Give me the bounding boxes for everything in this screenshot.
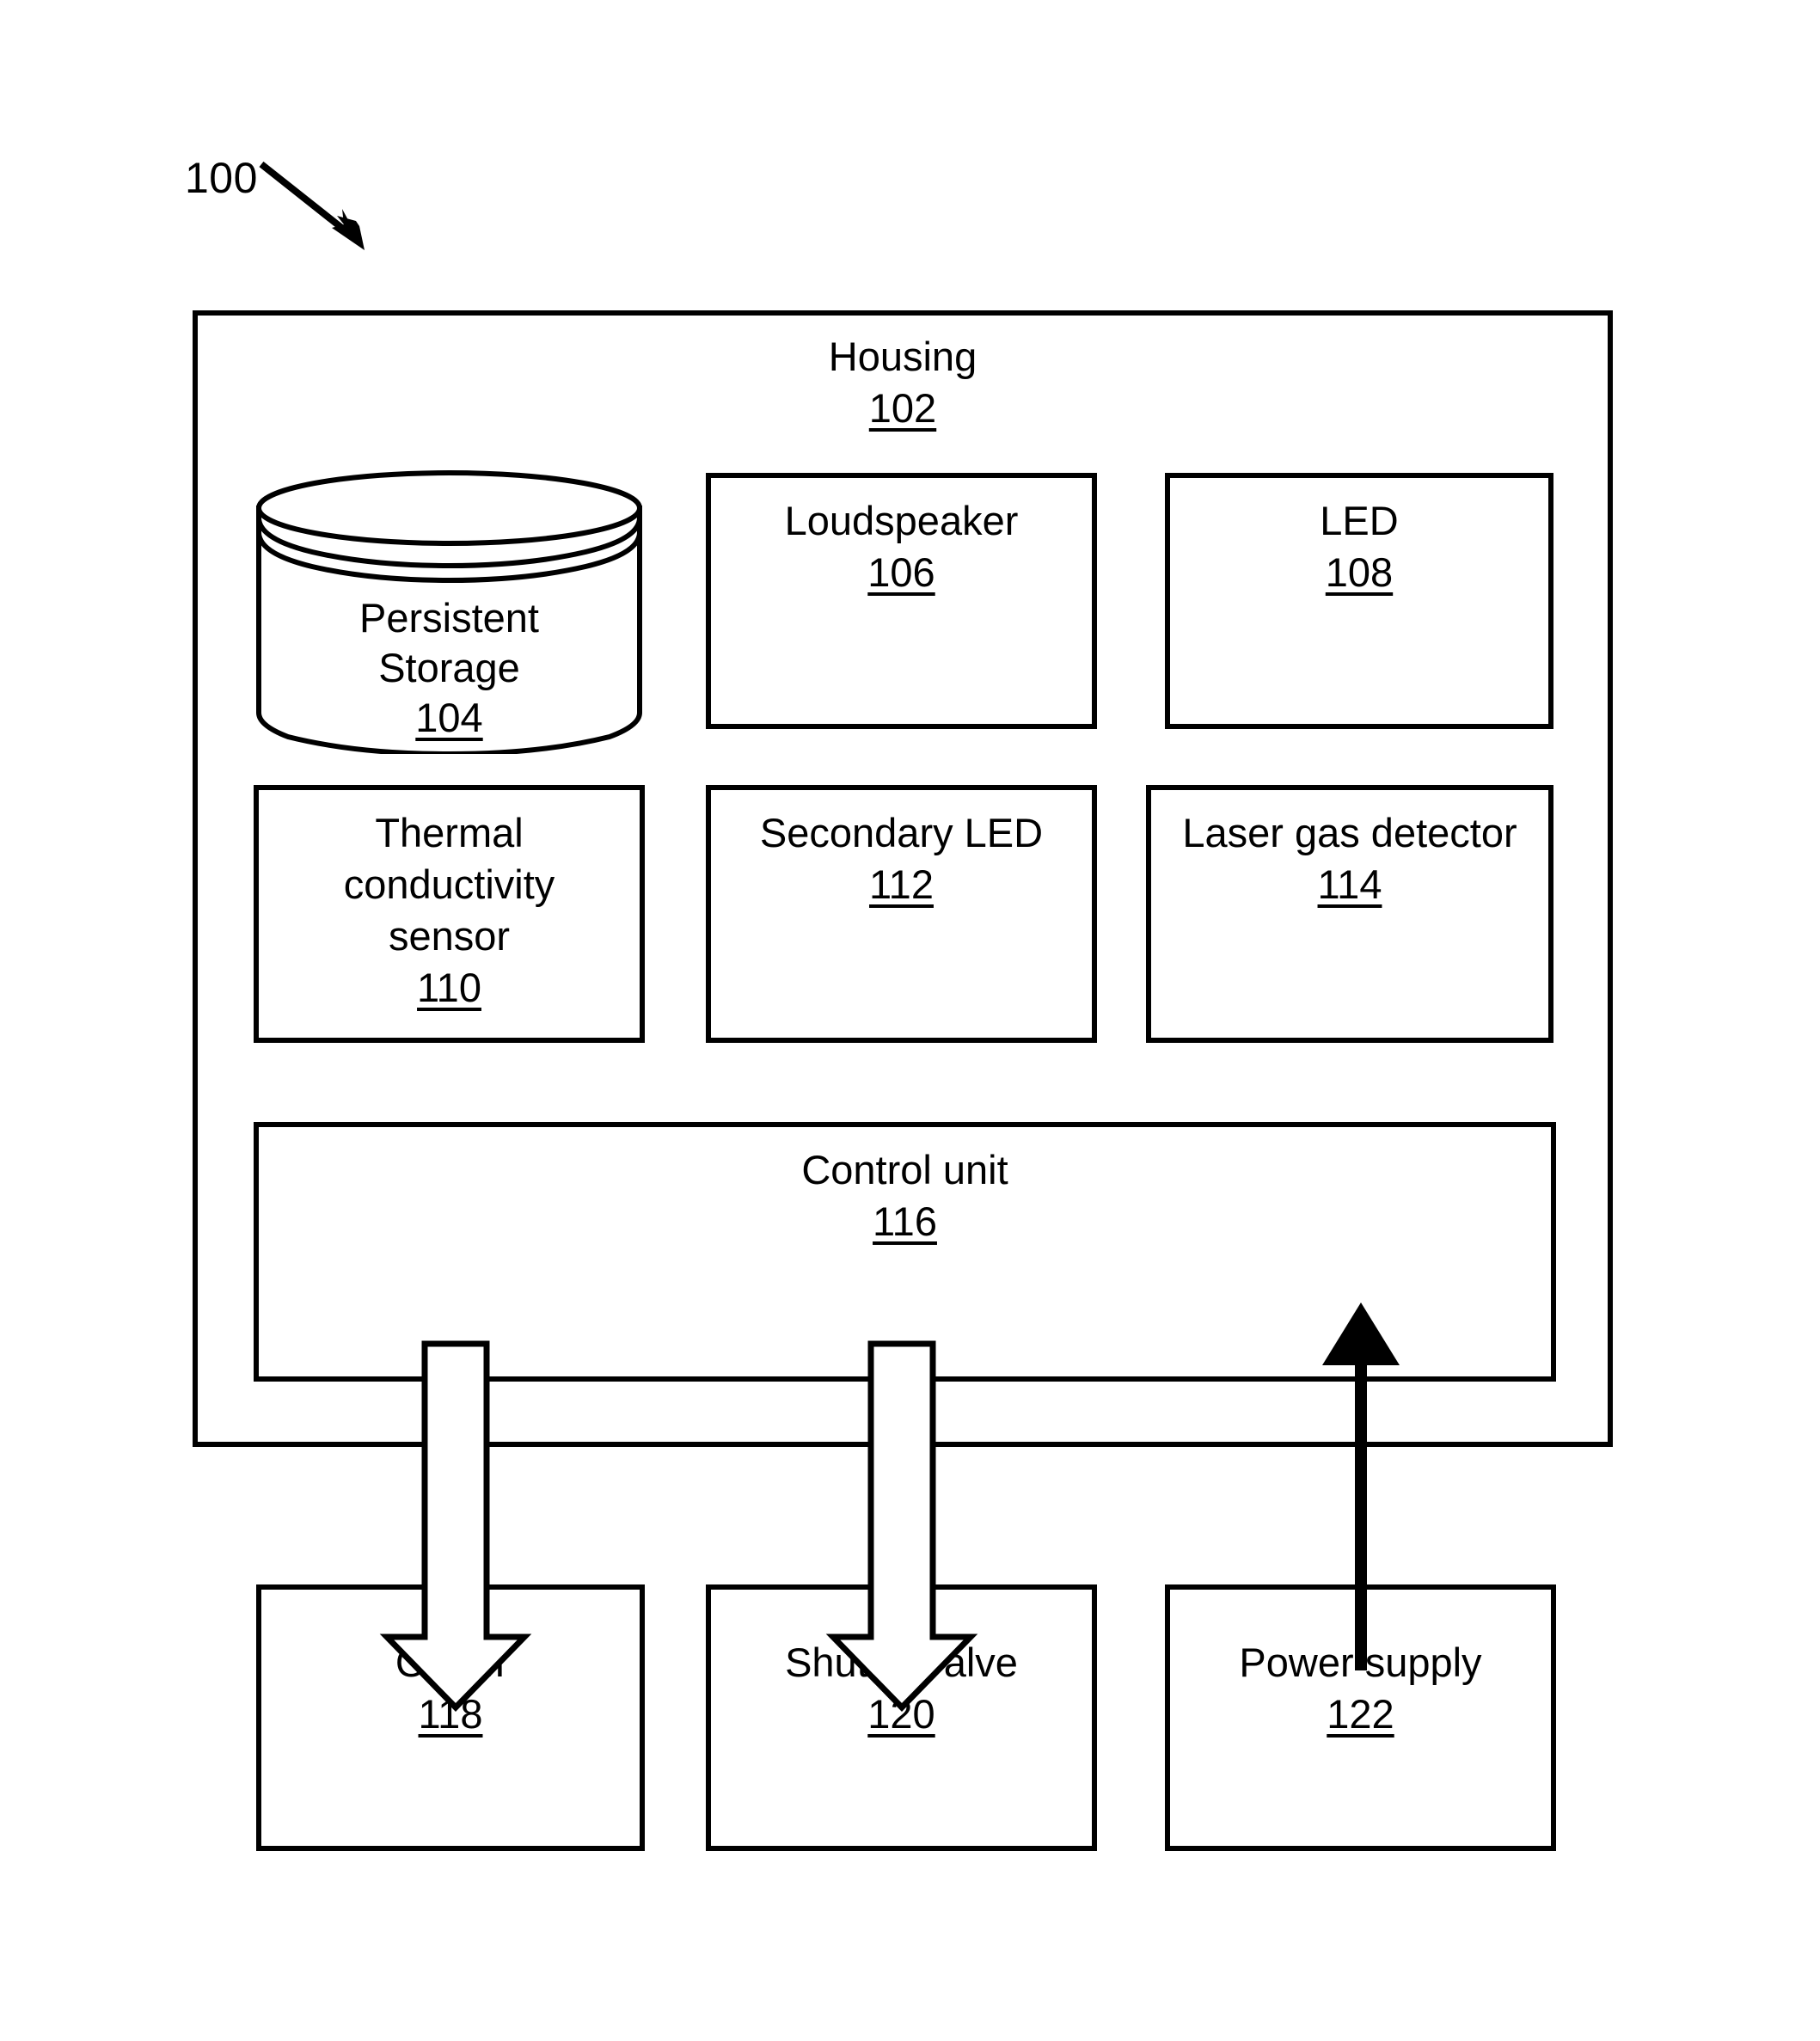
- laser-gas-detector-label: Laser gas detector: [1182, 810, 1517, 855]
- led-label: LED: [1320, 498, 1399, 543]
- secondary-led-number: 112: [869, 861, 934, 907]
- obdii-block: OBDII 118: [256, 1584, 645, 1851]
- control-unit-label: Control unit: [801, 1147, 1008, 1192]
- persistent-storage-number: 104: [415, 695, 483, 740]
- control-unit-block: Control unit 116: [254, 1122, 1556, 1382]
- secondary-led-block: Secondary LED 112: [706, 785, 1097, 1043]
- thermal-conductivity-sensor-label-line1: Thermal: [375, 810, 524, 855]
- patent-figure: 100 Housing 102 Persistent Storage 104 L…: [0, 0, 1820, 2041]
- shutoff-valve-label: Shutoff valve: [785, 1640, 1018, 1685]
- thermal-conductivity-sensor-label-line2: conductivity: [343, 861, 555, 907]
- laser-gas-detector-block: Laser gas detector 114: [1146, 785, 1553, 1043]
- led-block: LED 108: [1165, 473, 1553, 729]
- power-supply-number: 122: [1327, 1691, 1394, 1737]
- persistent-storage-label-line1: Persistent: [359, 595, 539, 640]
- thermal-conductivity-sensor-label-line3: sensor: [388, 913, 511, 959]
- loudspeaker-label: Loudspeaker: [784, 498, 1019, 543]
- led-number: 108: [1325, 549, 1394, 595]
- secondary-led-label: Secondary LED: [759, 810, 1044, 855]
- obdii-number: 118: [418, 1691, 483, 1737]
- shutoff-valve-number: 120: [867, 1691, 935, 1737]
- control-unit-number: 116: [873, 1198, 937, 1244]
- thermal-conductivity-sensor-block: Thermal conductivity sensor 110: [254, 785, 645, 1043]
- housing-title: Housing 102: [193, 331, 1613, 434]
- loudspeaker-block: Loudspeaker 106: [706, 473, 1097, 729]
- obdii-label: OBDII: [395, 1640, 506, 1685]
- persistent-storage-label-group: Persistent Storage 104: [254, 593, 645, 743]
- shutoff-valve-block: Shutoff valve 120: [706, 1584, 1097, 1851]
- housing-number: 102: [868, 385, 937, 431]
- power-supply-label: Power supply: [1239, 1640, 1482, 1685]
- figure-leader-arrow-icon: [259, 161, 365, 250]
- thermal-conductivity-sensor-number: 110: [417, 965, 481, 1010]
- figure-reference-numeral: 100: [185, 154, 258, 202]
- housing-label: Housing: [828, 334, 977, 379]
- laser-gas-detector-number: 114: [1317, 861, 1382, 907]
- loudspeaker-number: 106: [867, 549, 935, 595]
- persistent-storage-label-line2: Storage: [378, 645, 520, 690]
- power-supply-block: Power supply 122: [1165, 1584, 1556, 1851]
